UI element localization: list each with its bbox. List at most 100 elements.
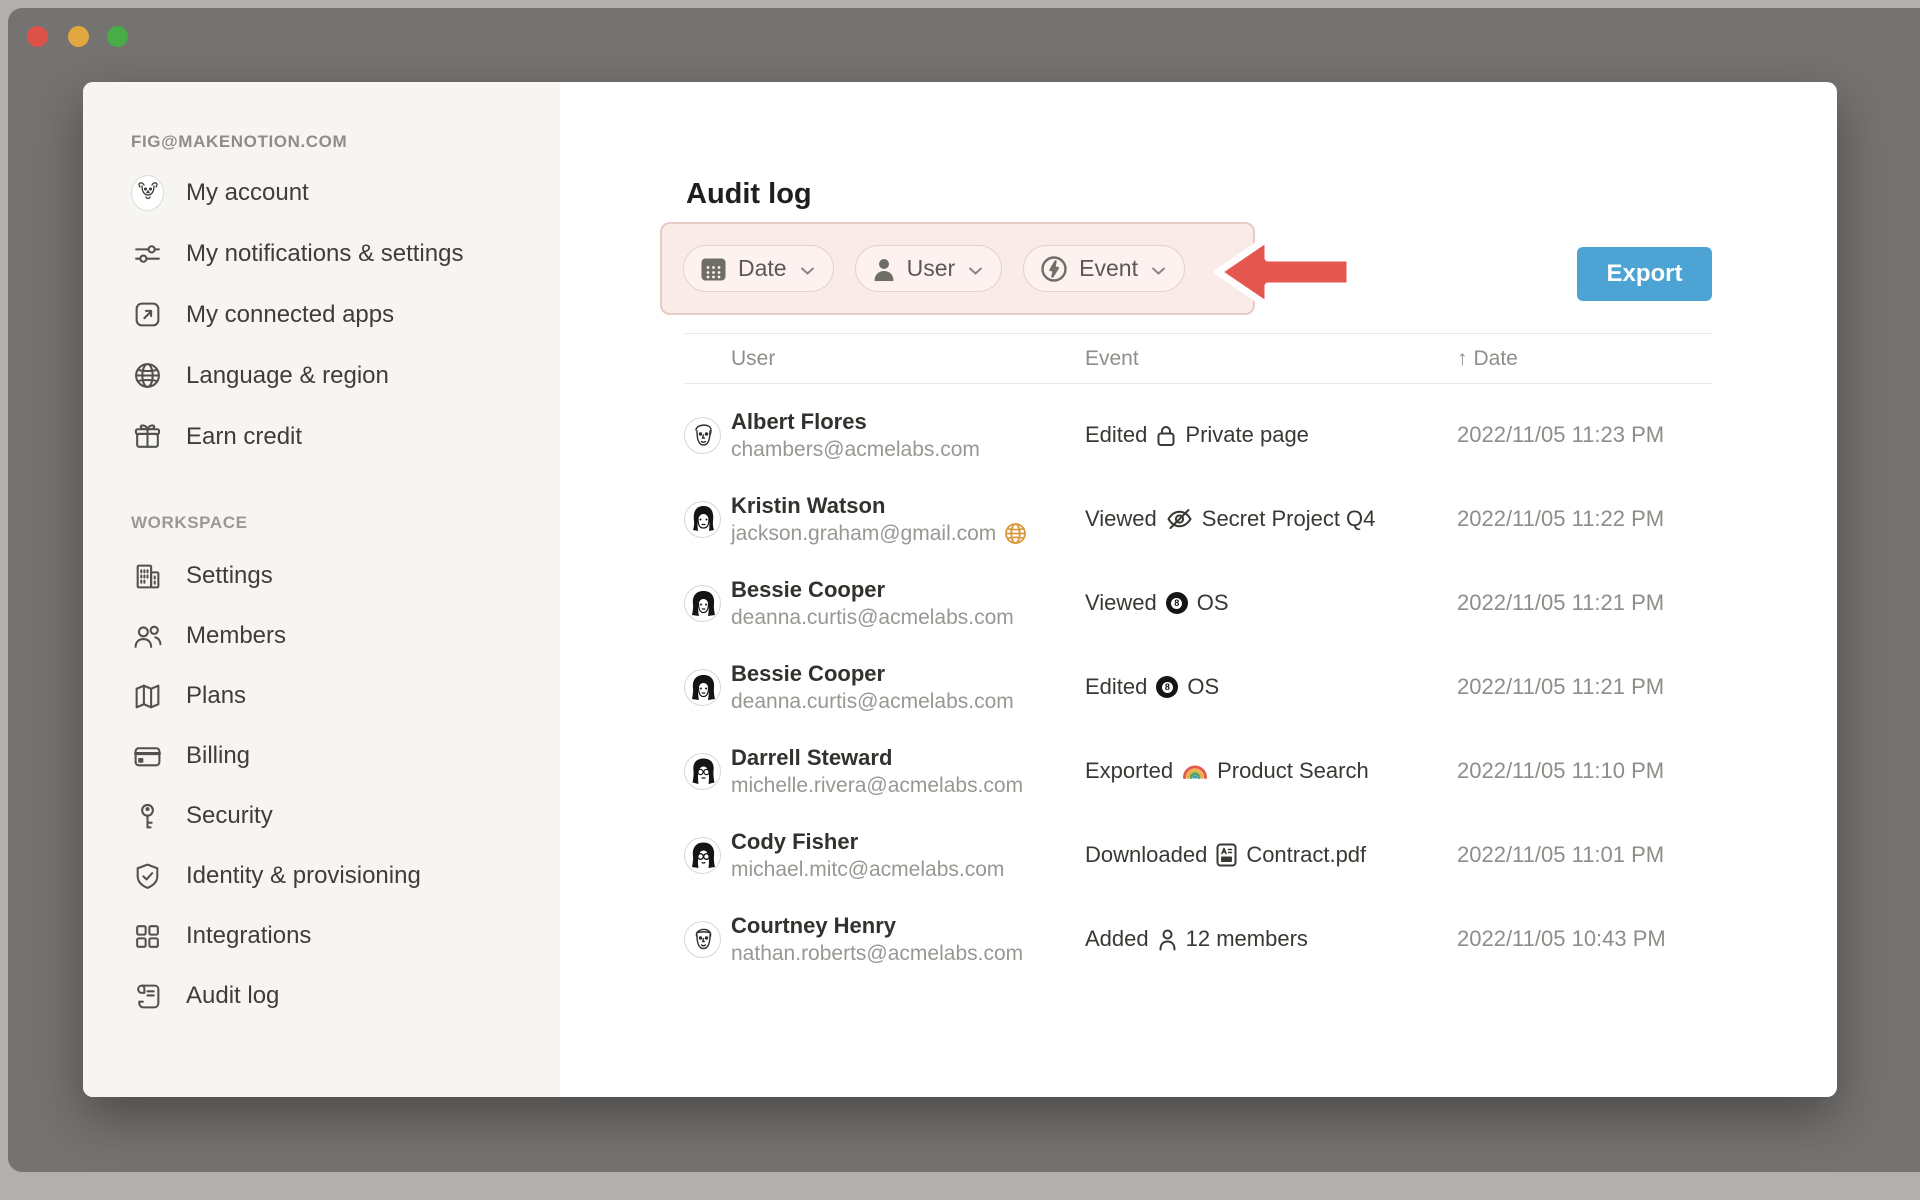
members-icon [131, 620, 164, 653]
sidebar-item-label: Audit log [186, 982, 279, 1010]
workspace-section-header: WORKSPACE [131, 513, 248, 533]
scroll-icon [131, 980, 164, 1013]
sidebar-item-settings[interactable]: Settings [83, 546, 560, 606]
user-email: jackson.graham@gmail.com [731, 520, 996, 547]
sidebar-item-label: My notifications & settings [186, 240, 463, 268]
sidebar-item-earn-credit[interactable]: Earn credit [83, 406, 560, 467]
user-filter-button[interactable]: User [855, 245, 1003, 292]
sidebar-item-label: My connected apps [186, 301, 394, 329]
sidebar-item-billing[interactable]: Billing [83, 726, 560, 786]
column-header-date-sort[interactable]: ↑ Date [1457, 347, 1712, 371]
user-name: Darrell Steward [731, 745, 892, 770]
map-icon [131, 680, 164, 713]
avatar [684, 585, 721, 622]
event-object: OS [1187, 674, 1219, 700]
user-name: Courtney Henry [731, 913, 896, 938]
avatar [684, 417, 721, 454]
event-object: Secret Project Q4 [1202, 506, 1376, 532]
event-action: Edited [1085, 674, 1147, 700]
eight-ball-icon: 8 [1166, 592, 1188, 614]
lock-icon [1156, 424, 1176, 447]
avatar [684, 753, 721, 790]
event-object: OS [1197, 590, 1229, 616]
sidebar-item-integrations[interactable]: Integrations [83, 906, 560, 966]
credit-card-icon [131, 740, 164, 773]
account-nav: My account My notifications & settings M… [83, 162, 560, 467]
audit-log-table: User Event ↑ Date Albert Flores chambers… [684, 333, 1712, 981]
event-cell: Added 12 members [1085, 926, 1457, 952]
table-row: Bessie Cooper deanna.curtis@acmelabs.com… [684, 645, 1712, 729]
user-email: nathan.roberts@acmelabs.com [731, 940, 1023, 967]
user-email: chambers@acmelabs.com [731, 436, 980, 463]
event-date: 2022/11/05 11:01 PM [1457, 842, 1712, 868]
event-date: 2022/11/05 11:23 PM [1457, 422, 1712, 448]
event-cell: Viewed Secret Project Q4 [1085, 506, 1457, 532]
event-object: 12 members [1186, 926, 1308, 952]
sidebar-item-audit-log[interactable]: Audit log [83, 966, 560, 1026]
external-link-icon [131, 298, 164, 331]
column-header-date-label: Date [1474, 347, 1518, 371]
guest-globe-icon [1004, 522, 1027, 545]
fullscreen-button[interactable] [107, 26, 128, 47]
event-object: Contract.pdf [1246, 842, 1366, 868]
sort-ascending-icon: ↑ [1457, 347, 1468, 371]
chevron-down-icon [1151, 255, 1166, 282]
event-cell: Edited Private page [1085, 422, 1457, 448]
sidebar-item-plans[interactable]: Plans [83, 666, 560, 726]
user-email: deanna.curtis@acmelabs.com [731, 604, 1014, 631]
export-button[interactable]: Export [1577, 247, 1712, 301]
sidebar-item-label: Earn credit [186, 423, 302, 451]
eye-off-icon [1166, 507, 1193, 531]
event-object: Product Search [1217, 758, 1369, 784]
shield-check-icon [131, 860, 164, 893]
event-cell: Downloaded Contract.pdf [1085, 842, 1457, 868]
document-icon [1216, 843, 1237, 867]
avatar [684, 501, 721, 538]
sidebar-item-label: Identity & provisioning [186, 862, 421, 890]
sidebar-item-identity-provisioning[interactable]: Identity & provisioning [83, 846, 560, 906]
calendar-icon [700, 256, 727, 282]
eight-ball-icon: 8 [1156, 676, 1178, 698]
event-date: 2022/11/05 11:21 PM [1457, 674, 1712, 700]
sidebar-item-label: Security [186, 802, 273, 830]
date-filter-label: Date [738, 255, 787, 282]
sidebar-item-my-account[interactable]: My account [83, 162, 560, 223]
user-name: Bessie Cooper [731, 661, 885, 686]
sliders-icon [131, 237, 164, 270]
page-title: Audit log [686, 178, 812, 211]
main-content: Audit log Date User Event [560, 82, 1837, 1097]
gift-icon [131, 420, 164, 453]
sidebar-item-label: Language & region [186, 362, 389, 390]
table-row: Albert Flores chambers@acmelabs.com Edit… [684, 393, 1712, 477]
event-action: Viewed [1085, 590, 1157, 616]
user-name: Bessie Cooper [731, 577, 885, 602]
event-date: 2022/11/05 11:21 PM [1457, 590, 1712, 616]
sidebar-item-label: Plans [186, 682, 246, 710]
account-email-header: FIG@MAKENOTION.COM [131, 132, 347, 152]
table-row: Kristin Watson jackson.graham@gmail.com … [684, 477, 1712, 561]
event-date: 2022/11/05 11:22 PM [1457, 506, 1712, 532]
sidebar-item-connected-apps[interactable]: My connected apps [83, 284, 560, 345]
lightning-icon [1040, 255, 1068, 283]
table-row: Courtney Henry nathan.roberts@acmelabs.c… [684, 897, 1712, 981]
sidebar-item-label: Members [186, 622, 286, 650]
date-filter-button[interactable]: Date [683, 245, 834, 292]
key-icon [131, 800, 164, 833]
globe-icon [131, 359, 164, 392]
sidebar-item-notifications-settings[interactable]: My notifications & settings [83, 223, 560, 284]
minimize-button[interactable] [68, 26, 89, 47]
close-button[interactable] [27, 26, 48, 47]
sidebar-item-label: Billing [186, 742, 250, 770]
table-row: Darrell Steward michelle.rivera@acmelabs… [684, 729, 1712, 813]
workspace-nav: Settings Members Plans Billing [83, 546, 560, 1026]
sidebar-item-members[interactable]: Members [83, 606, 560, 666]
event-date: 2022/11/05 10:43 PM [1457, 926, 1712, 952]
sidebar-item-label: Settings [186, 562, 273, 590]
sidebar-item-label: My account [186, 179, 309, 207]
sidebar-item-label: Integrations [186, 922, 311, 950]
sidebar-item-security[interactable]: Security [83, 786, 560, 846]
rainbow-icon [1182, 763, 1208, 779]
event-filter-button[interactable]: Event [1023, 245, 1185, 292]
sidebar-item-language-region[interactable]: Language & region [83, 345, 560, 406]
event-action: Downloaded [1085, 842, 1207, 868]
